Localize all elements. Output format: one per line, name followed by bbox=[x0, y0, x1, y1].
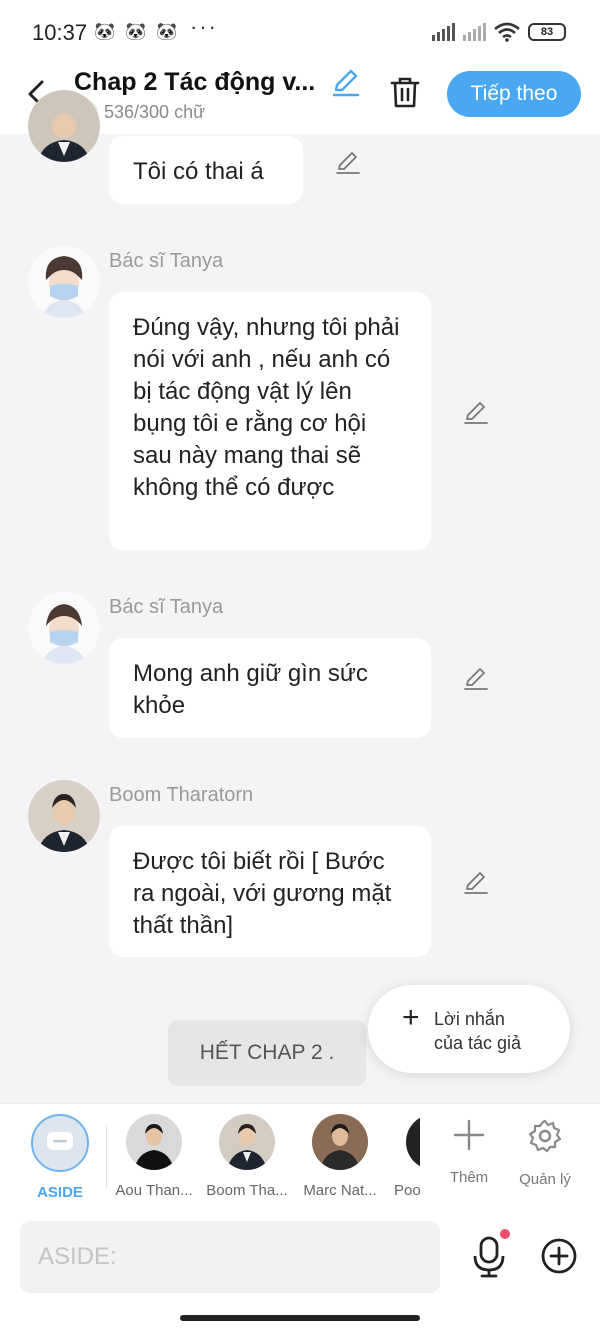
character-aou[interactable]: Aou Than... bbox=[108, 1114, 200, 1199]
microphone-icon[interactable] bbox=[470, 1235, 508, 1279]
chapter-end-marker[interactable]: HẾT CHAP 2 . bbox=[168, 1020, 366, 1086]
manage-button[interactable]: Quản lý bbox=[510, 1118, 580, 1188]
message-text: Được tôi biết rồi [ Bước ra ngoài, với g… bbox=[133, 848, 392, 939]
wifi-icon bbox=[494, 22, 520, 42]
speaker-name: Boom Tharatorn bbox=[109, 784, 254, 806]
avatar-doctor-tanya bbox=[28, 246, 100, 318]
signal-icon bbox=[432, 23, 455, 41]
panda-icon: 🐼 bbox=[156, 22, 178, 41]
message-bubble[interactable]: Đúng vậy, nhưng tôi phải nói với anh , n… bbox=[109, 292, 431, 550]
add-character-button[interactable]: Thêm bbox=[434, 1118, 504, 1186]
status-bar: 10:37 🐼 🐼 🐼 ··· 83 bbox=[0, 0, 600, 62]
character-boom[interactable]: Boom Tha... bbox=[201, 1114, 293, 1199]
avatar-boom bbox=[28, 90, 100, 162]
more-notifications-icon: ··· bbox=[190, 14, 218, 39]
message-text: Đúng vậy, nhưng tôi phải nói với anh , n… bbox=[133, 314, 400, 501]
manage-label: Quản lý bbox=[519, 1171, 571, 1188]
panda-icon: 🐼 bbox=[94, 22, 116, 41]
battery-icon: 83 bbox=[528, 23, 566, 41]
aside-icon bbox=[31, 1114, 89, 1172]
word-count-text: 536/300 chữ bbox=[104, 101, 206, 122]
edit-title-icon[interactable] bbox=[330, 66, 362, 98]
author-note-label: Lời nhắn của tác giả bbox=[434, 1009, 522, 1053]
character-aside[interactable]: ASIDE bbox=[14, 1114, 106, 1201]
trash-icon[interactable] bbox=[388, 74, 422, 110]
message-bubble[interactable]: Tôi có thai á bbox=[109, 136, 303, 204]
message-bubble[interactable]: Được tôi biết rồi [ Bước ra ngoài, với g… bbox=[109, 826, 431, 957]
character-bar: ASIDE Aou Than... Boom Tha... Marc Nat..… bbox=[0, 1103, 600, 1211]
author-note-button[interactable]: + Lời nhắn của tác giả bbox=[368, 985, 570, 1073]
message-text: Mong anh giữ gìn sức khỏe bbox=[133, 660, 368, 719]
add-circle-icon[interactable] bbox=[540, 1237, 578, 1275]
character-label: Boom Tha... bbox=[206, 1182, 288, 1199]
chapter-title[interactable]: Chap 2 Tác động v... bbox=[74, 68, 314, 97]
notification-icons: 🐼 🐼 🐼 bbox=[94, 22, 178, 42]
character-label: Poo bbox=[394, 1182, 420, 1199]
next-button[interactable]: Tiếp theo bbox=[447, 71, 581, 117]
edit-message-icon[interactable] bbox=[462, 868, 490, 896]
speaker-name: Bác sĩ Tanya bbox=[109, 596, 224, 618]
signal-2-icon bbox=[463, 23, 486, 41]
input-row bbox=[0, 1211, 600, 1333]
plus-icon bbox=[453, 1119, 485, 1151]
avatar bbox=[219, 1114, 275, 1170]
character-label: ASIDE bbox=[37, 1184, 83, 1201]
avatar bbox=[126, 1114, 182, 1170]
notification-dot bbox=[500, 1229, 510, 1239]
edit-message-icon[interactable] bbox=[334, 148, 362, 176]
message-bubble[interactable]: Mong anh giữ gìn sức khỏe bbox=[109, 638, 431, 738]
avatar bbox=[406, 1114, 420, 1170]
character-label: Aou Than... bbox=[115, 1182, 193, 1199]
message-text: Tôi có thai á bbox=[133, 158, 264, 185]
plus-icon: + bbox=[402, 1001, 420, 1034]
system-icons: 83 bbox=[432, 22, 566, 42]
home-indicator[interactable] bbox=[180, 1315, 420, 1321]
panda-icon: 🐼 bbox=[125, 22, 147, 41]
speaker-name: Bác sĩ Tanya bbox=[109, 250, 224, 272]
avatar bbox=[312, 1114, 368, 1170]
edit-message-icon[interactable] bbox=[462, 664, 490, 692]
character-poo[interactable]: Poo bbox=[372, 1114, 420, 1199]
add-label: Thêm bbox=[449, 1169, 489, 1186]
gear-icon bbox=[528, 1119, 562, 1153]
divider bbox=[106, 1126, 107, 1188]
message-input[interactable] bbox=[20, 1221, 440, 1293]
status-time: 10:37 bbox=[32, 20, 88, 45]
edit-message-icon[interactable] bbox=[462, 398, 490, 426]
avatar-doctor-tanya bbox=[28, 592, 100, 664]
avatar-boom-tharatorn bbox=[28, 780, 100, 852]
